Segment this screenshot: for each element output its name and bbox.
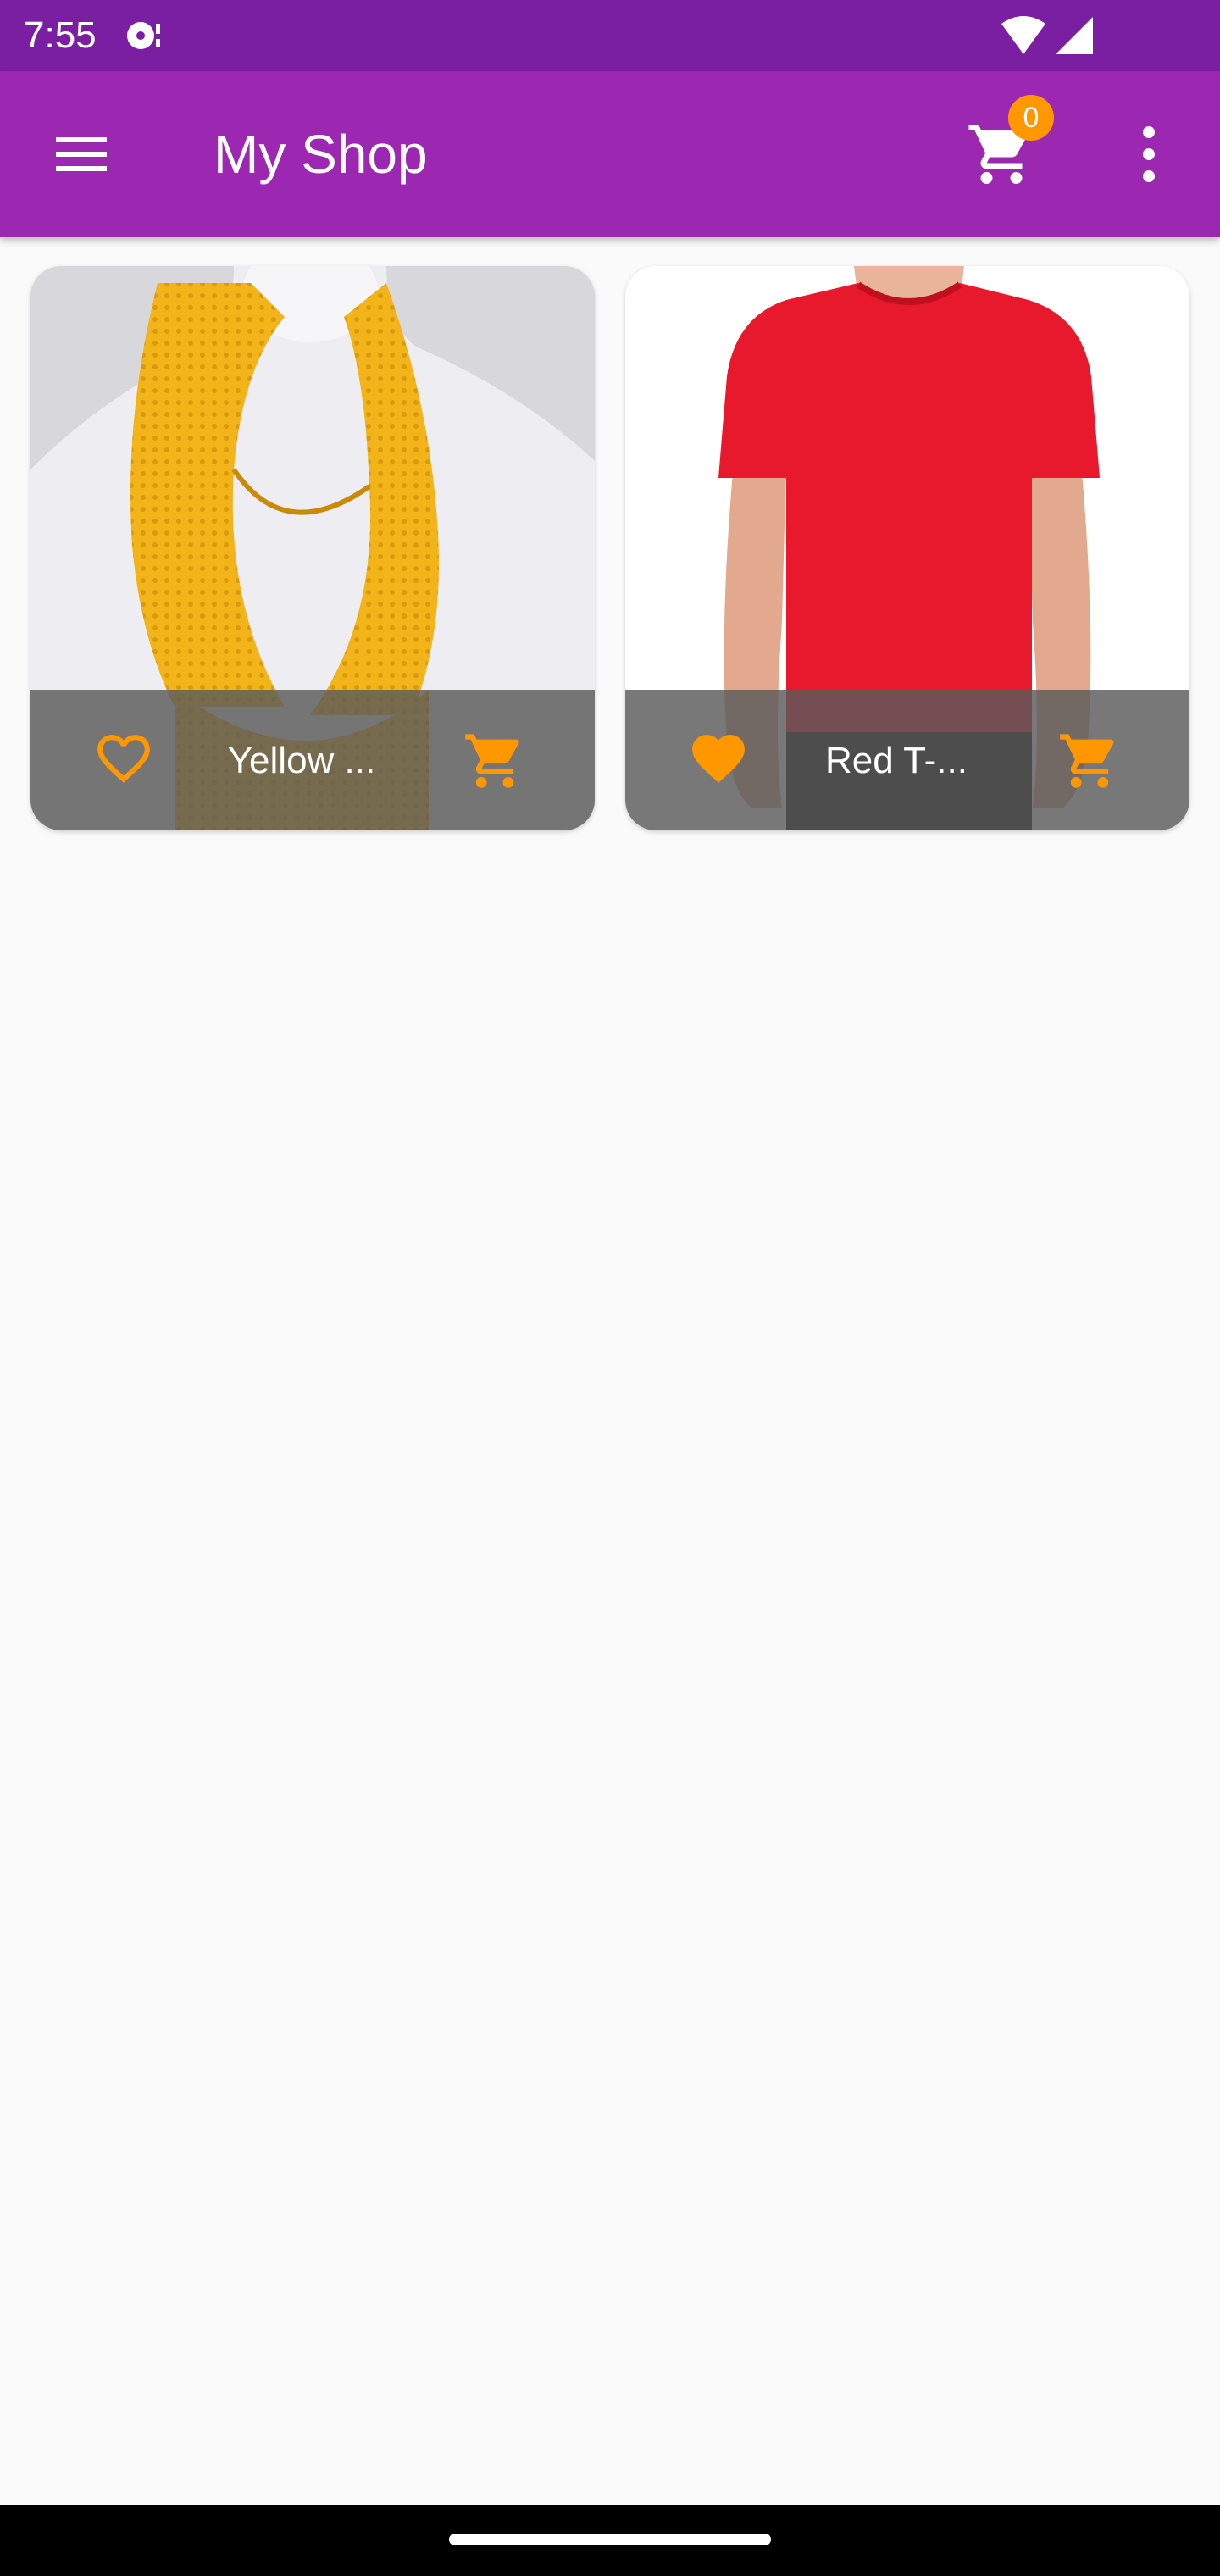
product-card[interactable]: Red T-... xyxy=(625,266,1190,830)
navigation-bar xyxy=(0,2505,1220,2576)
home-gesture-handle[interactable] xyxy=(449,2534,771,2545)
add-to-cart-icon[interactable] xyxy=(1056,729,1123,793)
cart-count-badge: 0 xyxy=(1008,95,1054,141)
app-title: My Shop xyxy=(214,124,428,185)
product-card-footer: Red T-... xyxy=(625,690,1190,830)
menu-icon[interactable] xyxy=(51,127,112,181)
heart-filled-icon[interactable] xyxy=(686,732,751,790)
status-time: 7:55 xyxy=(24,14,97,56)
status-bar: 7:55 xyxy=(0,0,1220,71)
add-to-cart-icon[interactable] xyxy=(461,729,529,793)
product-card[interactable]: Yellow ... xyxy=(30,266,595,830)
app-bar: My Shop 0 xyxy=(0,71,1220,237)
wifi-icon xyxy=(1001,16,1045,54)
media-notification-icon xyxy=(127,22,160,49)
product-card-footer: Yellow ... xyxy=(30,690,595,830)
heart-outline-icon[interactable] xyxy=(92,732,156,790)
product-name: Yellow ... xyxy=(227,740,376,781)
cell-signal-icon xyxy=(1056,17,1093,54)
product-name: Red T-... xyxy=(825,740,968,781)
overflow-menu-icon[interactable] xyxy=(1132,122,1166,186)
